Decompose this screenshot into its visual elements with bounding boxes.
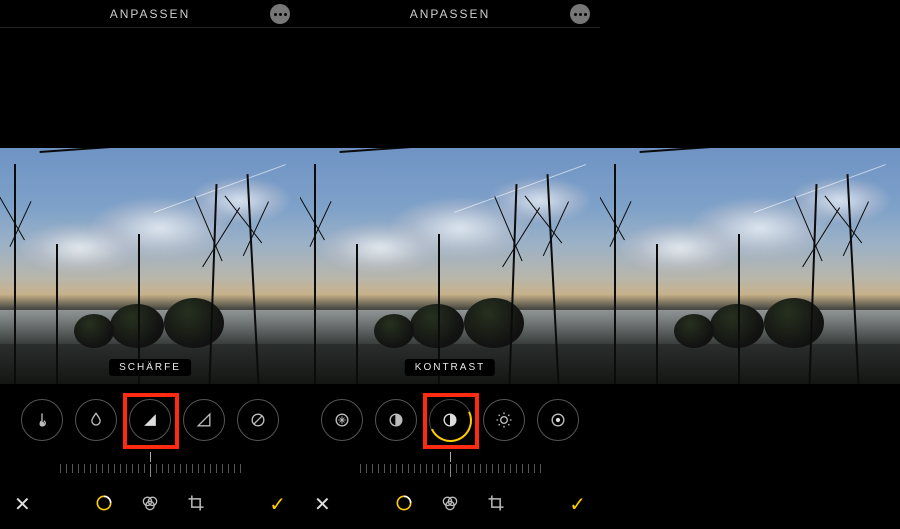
slider-ticks — [360, 464, 541, 477]
spacer — [0, 28, 300, 148]
adjustment-label: SCHÄRFE — [109, 359, 191, 376]
page-title: ANPASSEN — [110, 7, 190, 21]
filters-tab-icon[interactable] — [140, 493, 160, 518]
filters-tab-icon[interactable] — [440, 493, 460, 518]
warmth-icon[interactable] — [21, 399, 63, 441]
photo-preview[interactable]: KONTRAST — [300, 148, 600, 384]
noise-reduction-icon[interactable] — [237, 399, 279, 441]
editor-screen-2: ANPASSEN KONTRAST — [300, 0, 600, 529]
adjustment-tools-row — [300, 384, 600, 448]
sharpness-icon[interactable] — [129, 399, 171, 441]
black-point-icon[interactable] — [537, 399, 579, 441]
exposure-icon[interactable] — [321, 399, 363, 441]
crop-tab-icon[interactable] — [486, 493, 506, 518]
done-button[interactable]: ✓ — [269, 495, 286, 515]
topbar: ANPASSEN — [0, 0, 300, 28]
editor-screen-1: ANPASSEN SCHÄRFE — [0, 0, 300, 529]
value-slider[interactable] — [0, 448, 300, 480]
crop-tab-icon[interactable] — [186, 493, 206, 518]
page-title: ANPASSEN — [410, 7, 490, 21]
adjust-tab-icon[interactable] — [394, 493, 414, 518]
tint-icon[interactable] — [75, 399, 117, 441]
adjust-tab-icon[interactable] — [94, 493, 114, 518]
slider-ticks — [60, 464, 241, 477]
adjustment-label: KONTRAST — [405, 359, 495, 376]
definition-icon[interactable] — [183, 399, 225, 441]
editor-screen-3 — [600, 0, 900, 529]
value-slider[interactable] — [300, 448, 600, 480]
contrast-icon[interactable] — [429, 399, 471, 441]
done-button[interactable]: ✓ — [569, 495, 586, 515]
slider-pointer — [450, 452, 451, 462]
spacer — [300, 28, 600, 148]
more-button[interactable] — [570, 4, 590, 24]
topbar: ANPASSEN — [300, 0, 600, 28]
photo-preview[interactable]: SCHÄRFE — [0, 148, 300, 384]
bottom-toolbar: ✕ ✓ — [0, 487, 300, 529]
cancel-button[interactable]: ✕ — [14, 495, 31, 515]
more-button[interactable] — [270, 4, 290, 24]
adjustment-tools-row — [0, 384, 300, 448]
cancel-button[interactable]: ✕ — [314, 495, 331, 515]
photo-preview[interactable] — [600, 148, 900, 384]
brightness-icon[interactable] — [483, 399, 525, 441]
tutorial-highlight — [423, 393, 479, 449]
brilliance-icon[interactable] — [375, 399, 417, 441]
bottom-toolbar: ✕ ✓ — [300, 487, 600, 529]
slider-pointer — [150, 452, 151, 462]
